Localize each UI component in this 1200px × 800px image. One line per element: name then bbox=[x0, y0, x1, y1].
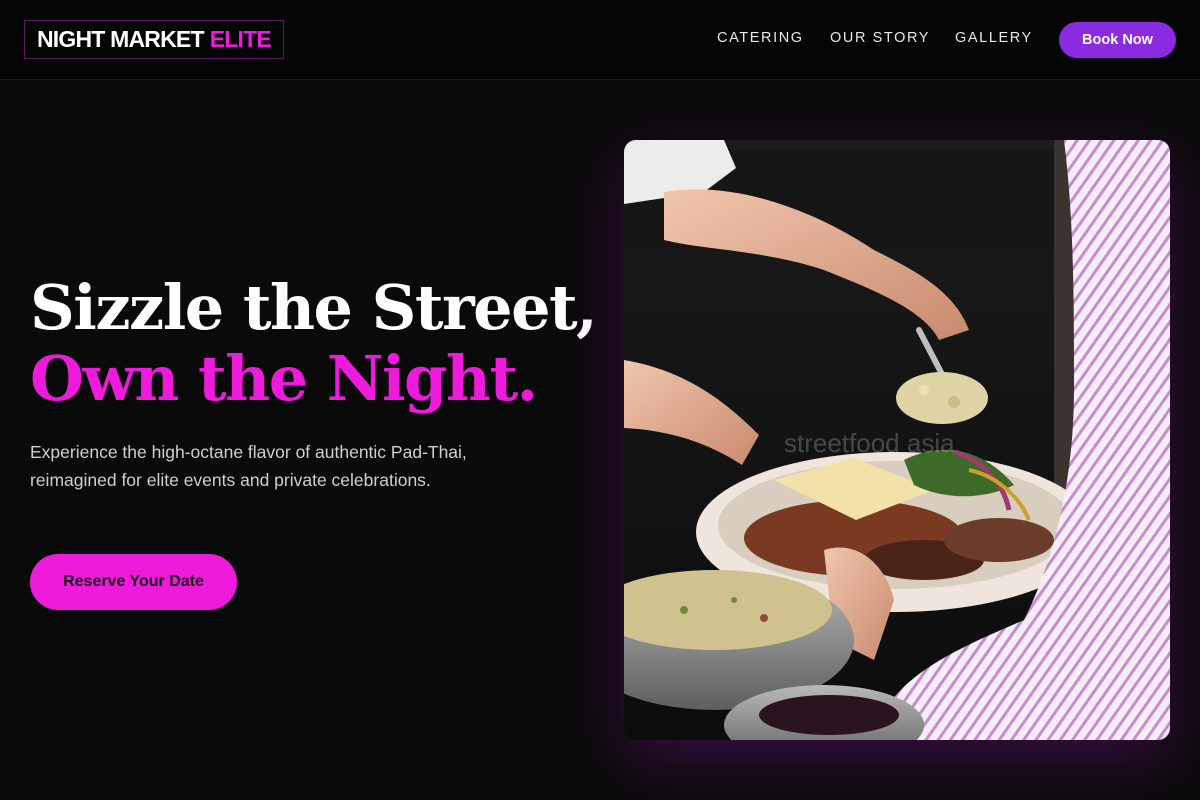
book-now-button[interactable]: Book Now bbox=[1059, 22, 1176, 58]
nav-link-our-story[interactable]: OUR STORY bbox=[830, 30, 930, 46]
headline-line-2: Own the Night. bbox=[30, 342, 538, 415]
hero-subtext: Experience the high-octane flavor of aut… bbox=[30, 442, 467, 490]
brand-logo[interactable]: NIGHT MARKET ELITE bbox=[24, 20, 284, 59]
headline-line-1: Sizzle the Street, bbox=[30, 271, 598, 344]
nav-link-catering[interactable]: CATERING bbox=[717, 30, 804, 46]
hero-food-photo: streetfood asia bbox=[624, 140, 1170, 740]
reserve-date-button[interactable]: Reserve Your Date bbox=[30, 554, 237, 610]
brand-name: NIGHT MARKET bbox=[37, 26, 205, 52]
top-navbar: NIGHT MARKET ELITE CATERING OUR STORY GA… bbox=[0, 0, 1200, 80]
nav-link-gallery[interactable]: GALLERY bbox=[955, 30, 1033, 46]
hero-headline: Sizzle the Street, Own the Night. bbox=[30, 271, 598, 415]
brand-accent: ELITE bbox=[209, 26, 272, 52]
photo-watermark: streetfood asia bbox=[784, 428, 955, 458]
